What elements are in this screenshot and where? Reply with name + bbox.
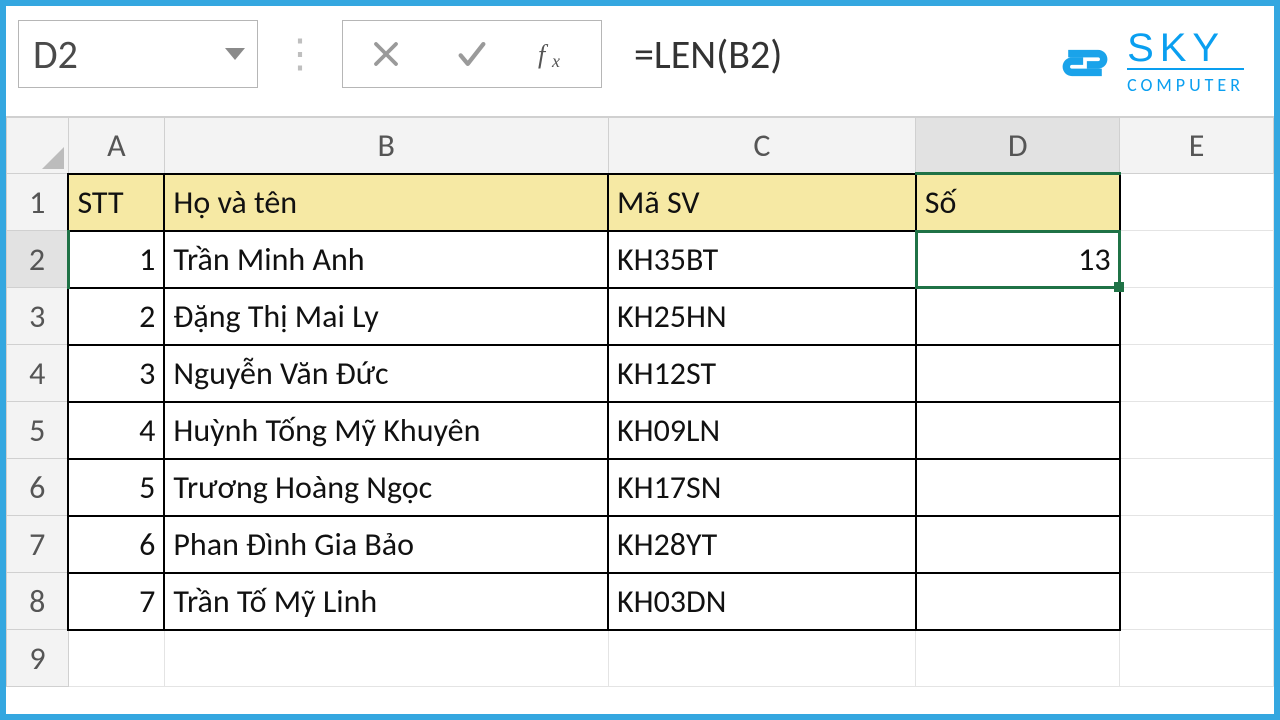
cell-E3[interactable] [1120, 288, 1274, 345]
cell-B3[interactable]: Đặng Thị Mai Ly [164, 288, 608, 345]
cell-E6[interactable] [1120, 459, 1274, 516]
cell-C4[interactable]: KH12ST [608, 345, 916, 402]
col-header-C[interactable]: C [608, 118, 916, 174]
cell-E5[interactable] [1120, 402, 1274, 459]
cell-D2[interactable]: 13 [916, 231, 1120, 288]
cell-A9[interactable] [68, 630, 164, 687]
name-box-value: D2 [33, 30, 78, 79]
col-header-A[interactable]: A [68, 118, 164, 174]
spreadsheet: A B C D E 1 STT Họ và tên Mã SV Số 2 1 T… [6, 116, 1274, 687]
cell-D9[interactable] [916, 630, 1120, 687]
cell-B5[interactable]: Huỳnh Tống Mỹ Khuyên [164, 402, 608, 459]
brand-logo: SKY COMPUTER [1057, 30, 1244, 96]
row-header-8[interactable]: 8 [7, 573, 69, 630]
select-all-corner[interactable] [7, 118, 69, 174]
cell-C7[interactable]: KH28YT [608, 516, 916, 573]
cell-A1[interactable]: STT [68, 174, 164, 231]
row-header-5[interactable]: 5 [7, 402, 69, 459]
brand-text: SKY COMPUTER [1127, 30, 1244, 96]
cell-C9[interactable] [608, 630, 916, 687]
row-header-7[interactable]: 7 [7, 516, 69, 573]
col-header-D[interactable]: D [916, 118, 1120, 174]
cell-C2[interactable]: KH35BT [608, 231, 916, 288]
cell-C1[interactable]: Mã SV [608, 174, 916, 231]
col-header-B[interactable]: B [164, 118, 608, 174]
cell-B6[interactable]: Trương Hoàng Ngọc [164, 459, 608, 516]
formula-buttons: f x [342, 20, 602, 88]
formula-text: =LEN(B2) [634, 30, 782, 79]
cell-E2[interactable] [1120, 231, 1274, 288]
svg-text:x: x [551, 51, 560, 71]
chevron-down-icon[interactable] [225, 48, 245, 60]
brand-mark-icon [1057, 35, 1113, 91]
brand-title: SKY [1127, 30, 1244, 66]
cell-B8[interactable]: Trần Tố Mỹ Linh [164, 573, 608, 630]
cell-D8[interactable] [916, 573, 1120, 630]
cell-A3[interactable]: 2 [68, 288, 164, 345]
cell-A2[interactable]: 1 [68, 231, 164, 288]
cell-E7[interactable] [1120, 516, 1274, 573]
cell-D1[interactable]: Số [916, 174, 1120, 231]
cell-C3[interactable]: KH25HN [608, 288, 916, 345]
row-header-1[interactable]: 1 [7, 174, 69, 231]
cell-C5[interactable]: KH09LN [608, 402, 916, 459]
cell-B7[interactable]: Phan Đình Gia Bảo [164, 516, 608, 573]
row-header-3[interactable]: 3 [7, 288, 69, 345]
cell-D3[interactable] [916, 288, 1120, 345]
grid-table: A B C D E 1 STT Họ và tên Mã SV Số 2 1 T… [6, 117, 1274, 687]
fx-icon[interactable]: f x [534, 30, 582, 78]
cancel-icon[interactable] [362, 30, 410, 78]
cell-E8[interactable] [1120, 573, 1274, 630]
cell-A8[interactable]: 7 [68, 573, 164, 630]
cell-D6[interactable] [916, 459, 1120, 516]
cell-B9[interactable] [164, 630, 608, 687]
cell-C6[interactable]: KH17SN [608, 459, 916, 516]
formula-input[interactable]: =LEN(B2) [620, 20, 1040, 88]
cell-D7[interactable] [916, 516, 1120, 573]
cell-A7[interactable]: 6 [68, 516, 164, 573]
cell-D5[interactable] [916, 402, 1120, 459]
brand-subtitle: COMPUTER [1127, 68, 1244, 96]
cell-B1[interactable]: Họ và tên [164, 174, 608, 231]
cell-A6[interactable]: 5 [68, 459, 164, 516]
row-header-4[interactable]: 4 [7, 345, 69, 402]
svg-text:f: f [538, 40, 549, 69]
cell-A5[interactable]: 4 [68, 402, 164, 459]
col-header-E[interactable]: E [1120, 118, 1274, 174]
cell-B4[interactable]: Nguyễn Văn Đức [164, 345, 608, 402]
cell-A4[interactable]: 3 [68, 345, 164, 402]
cell-B2[interactable]: Trần Minh Anh [164, 231, 608, 288]
enter-icon[interactable] [448, 30, 496, 78]
cell-C8[interactable]: KH03DN [608, 573, 916, 630]
cell-E1[interactable] [1120, 174, 1274, 231]
row-header-9[interactable]: 9 [7, 630, 69, 687]
row-header-6[interactable]: 6 [7, 459, 69, 516]
cell-E9[interactable] [1120, 630, 1274, 687]
separator-dots-icon: ⋮ [276, 34, 324, 74]
cell-E4[interactable] [1120, 345, 1274, 402]
name-box[interactable]: D2 [18, 20, 258, 88]
row-header-2[interactable]: 2 [7, 231, 69, 288]
cell-D4[interactable] [916, 345, 1120, 402]
